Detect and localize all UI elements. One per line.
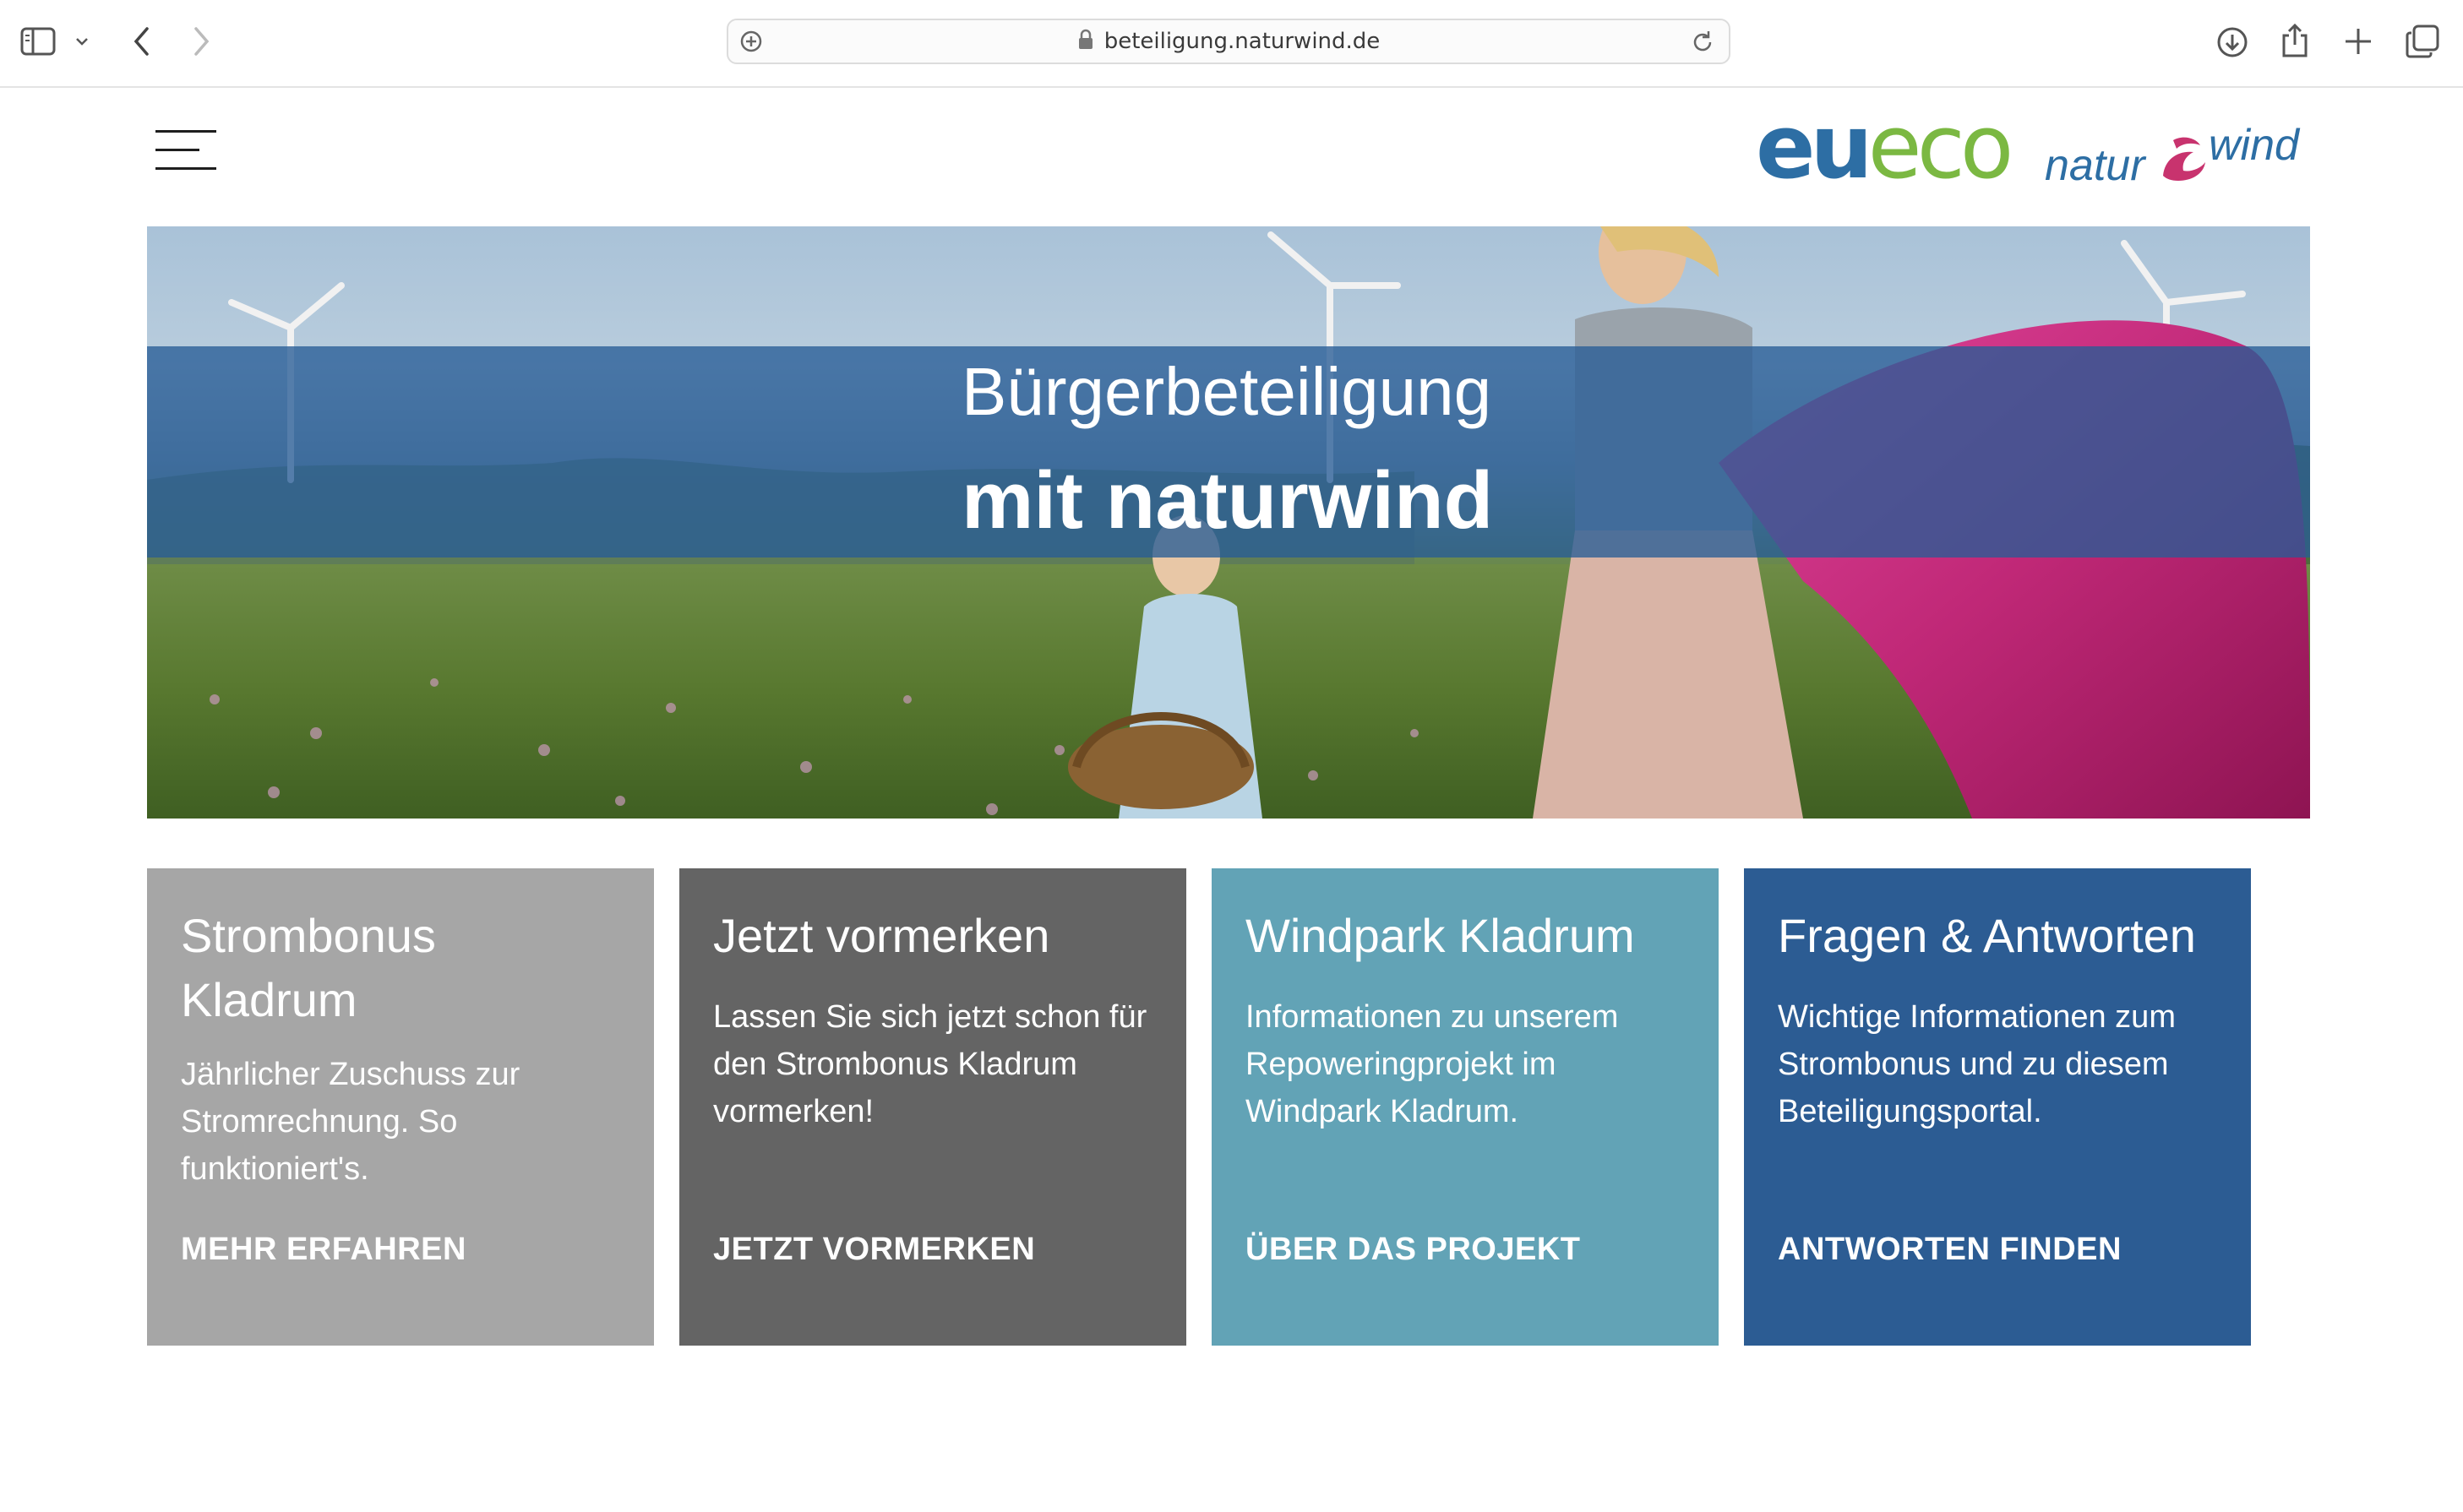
card-text: Informationen zu unserem Repoweringproje… xyxy=(1245,999,1619,1129)
forward-arrow-icon[interactable] xyxy=(191,25,211,57)
hero-title: Bürgerbeteiligung xyxy=(962,354,1492,429)
eueco-logo[interactable]: eueco xyxy=(1756,103,2013,191)
tab-overview-icon[interactable] xyxy=(2405,24,2440,59)
naturwind-logo[interactable]: natur wind xyxy=(2045,121,2299,191)
card-title: Strombonus Kladrum xyxy=(181,909,436,1026)
sidebar-icon[interactable] xyxy=(20,27,56,56)
mehr-erfahren-link[interactable]: MEHR ERFAHREN xyxy=(181,1232,466,1268)
address-bar[interactable]: beteiligung.naturwind.de xyxy=(727,19,1730,64)
card-strombonus[interactable]: Strombonus Kladrum Jährlicher Zuschuss z… xyxy=(147,868,654,1346)
naturwind-logo-mark-icon xyxy=(2156,133,2210,187)
hero-banner: Bürgerbeteiligung mit naturwind xyxy=(147,226,2310,819)
lock-icon xyxy=(1077,29,1094,51)
chevron-down-icon[interactable] xyxy=(74,35,90,47)
card-faq[interactable]: Fragen & Antworten Wichtige Informatione… xyxy=(1744,868,2251,1346)
hero-subtitle: mit naturwind xyxy=(962,455,1494,546)
url-text: beteiligung.naturwind.de xyxy=(728,20,1729,63)
card-text: Jährlicher Zuschuss zur Stromrechnung. S… xyxy=(181,1057,520,1187)
download-icon[interactable] xyxy=(2215,25,2249,59)
url-value: beteiligung.naturwind.de xyxy=(1103,29,1381,54)
card-title: Jetzt vormerken xyxy=(713,909,1050,962)
card-title: Windpark Kladrum xyxy=(1245,909,1635,962)
card-windpark[interactable]: Windpark Kladrum Informationen zu unsere… xyxy=(1212,868,1719,1346)
card-title: Fragen & Antworten xyxy=(1778,909,2196,962)
antworten-finden-link[interactable]: ANTWORTEN FINDEN xyxy=(1778,1232,2122,1268)
reload-icon[interactable] xyxy=(1690,30,1715,55)
back-arrow-icon[interactable] xyxy=(132,25,152,57)
jetzt-vormerken-link[interactable]: JETZT VORMERKEN xyxy=(713,1232,1035,1268)
card-text: Wichtige Informationen zum Strombonus un… xyxy=(1778,999,2176,1129)
share-icon[interactable] xyxy=(2280,22,2310,59)
card-jetzt-vormerken[interactable]: Jetzt vormerken Lassen Sie sich jetzt sc… xyxy=(679,868,1186,1346)
browser-toolbar: beteiligung.naturwind.de xyxy=(0,0,2463,88)
plus-icon[interactable] xyxy=(2342,25,2374,57)
hamburger-menu-icon[interactable] xyxy=(155,130,216,171)
card-text: Lassen Sie sich jetzt schon für den Stro… xyxy=(713,999,1147,1129)
ueber-das-projekt-link[interactable]: ÜBER DAS PROJEKT xyxy=(1245,1232,1581,1268)
